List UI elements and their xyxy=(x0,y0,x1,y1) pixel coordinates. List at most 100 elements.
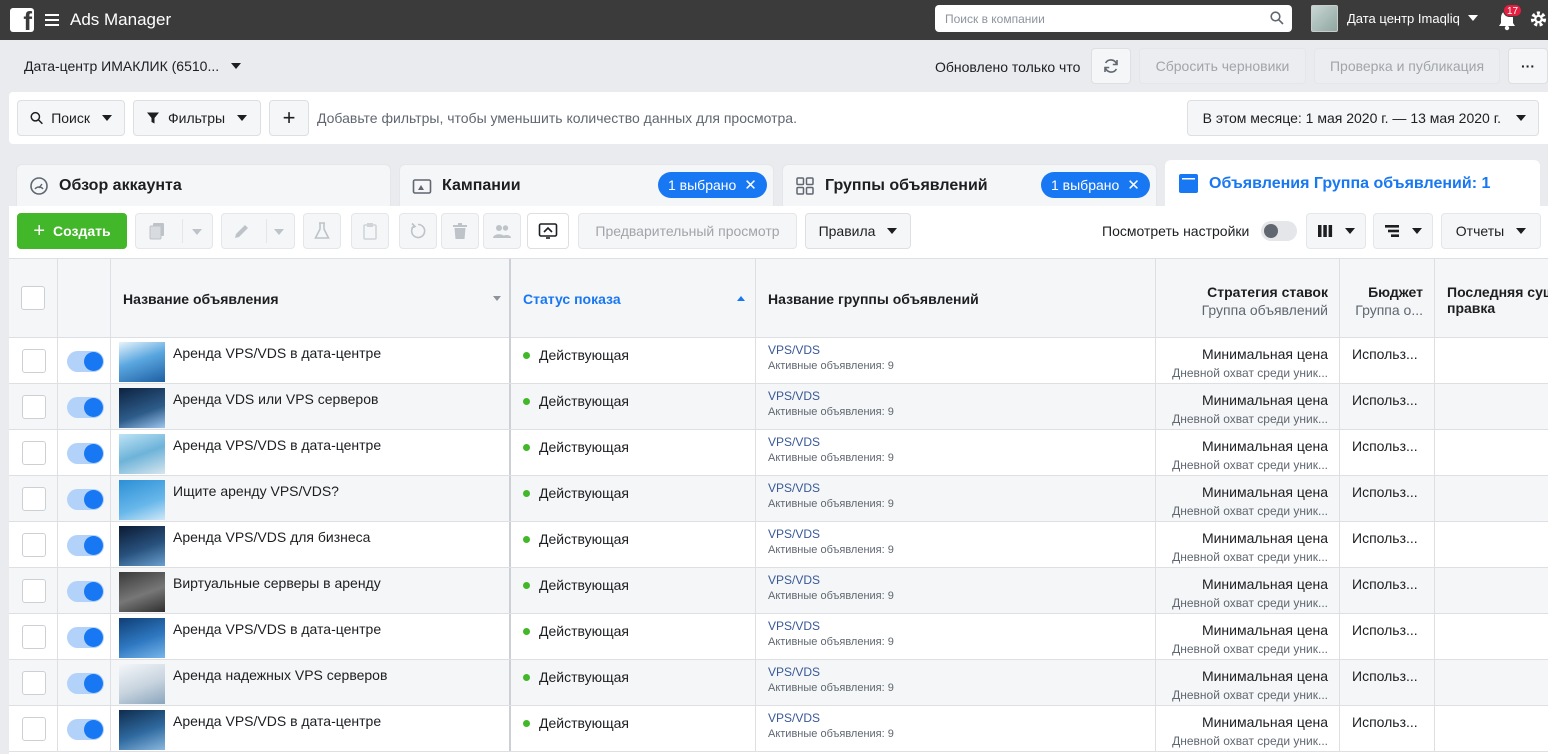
refresh-button[interactable] xyxy=(1091,48,1131,84)
adset-name-link[interactable]: VPS/VDS xyxy=(768,527,820,541)
menu-icon[interactable] xyxy=(45,14,59,26)
row-checkbox[interactable] xyxy=(22,349,46,373)
close-icon[interactable]: ✕ xyxy=(1127,176,1140,194)
select-all-checkbox[interactable] xyxy=(21,286,45,310)
view-settings-toggle[interactable] xyxy=(1261,221,1297,241)
table-row[interactable]: Аренда VPS/VDS в дата-центре Действующая V… xyxy=(9,338,1548,384)
ad-thumbnail[interactable] xyxy=(119,664,165,704)
table-row[interactable]: Аренда VPS/VDS в дата-центре Действующая V… xyxy=(9,706,1548,752)
discard-drafts-button[interactable]: Сбросить черновики xyxy=(1139,48,1306,84)
tab-ads[interactable]: Объявления Группа объявлений: 1 xyxy=(1165,160,1540,206)
ad-thumbnail[interactable] xyxy=(119,710,165,750)
table-row[interactable]: Аренда VPS/VDS для бизнеса Действующая VPS… xyxy=(9,522,1548,568)
row-checkbox[interactable] xyxy=(22,487,46,511)
facebook-logo-icon[interactable]: f xyxy=(10,8,34,32)
column-header-last-change[interactable]: Последняя сущ правка xyxy=(1435,259,1548,338)
table-row[interactable]: Аренда надежных VPS серверов Действующая V… xyxy=(9,660,1548,706)
ad-thumbnail[interactable] xyxy=(119,434,165,474)
ad-thumbnail[interactable] xyxy=(119,526,165,566)
adset-name-link[interactable]: VPS/VDS xyxy=(768,343,820,357)
tab-account-overview[interactable]: Обзор аккаунта xyxy=(16,164,391,206)
column-header-delivery[interactable]: Статус показа xyxy=(511,259,756,338)
ad-status-toggle[interactable] xyxy=(67,443,104,464)
reports-dropdown[interactable]: Отчеты xyxy=(1441,213,1541,249)
breakdown-button[interactable] xyxy=(1373,213,1433,249)
ad-status-toggle[interactable] xyxy=(67,397,104,418)
preview-button[interactable]: Предварительный просмотр xyxy=(578,213,797,249)
ad-thumbnail[interactable] xyxy=(119,480,165,520)
clipboard-button[interactable] xyxy=(351,213,389,249)
table-row[interactable]: Аренда VPS/VDS в дата-центре Действующая V… xyxy=(9,430,1548,476)
app-title[interactable]: Ads Manager xyxy=(70,10,171,30)
ad-status-toggle[interactable] xyxy=(67,489,104,510)
table-row[interactable]: Аренда VPS/VDS в дата-центре Действующая V… xyxy=(9,614,1548,660)
review-publish-button[interactable]: Проверка и публикация xyxy=(1314,48,1500,84)
export-button[interactable] xyxy=(527,213,569,249)
ad-name-link[interactable]: Аренда VPS/VDS для бизнеса xyxy=(173,529,370,545)
ad-status-toggle[interactable] xyxy=(67,581,104,602)
column-header-bid-strategy[interactable]: Стратегия ставок Группа объявлений xyxy=(1156,259,1340,338)
ad-name-link[interactable]: Ищите аренду VPS/VDS? xyxy=(173,483,339,499)
row-checkbox[interactable] xyxy=(22,625,46,649)
search-dropdown[interactable]: Поиск xyxy=(17,100,125,136)
ad-status-toggle[interactable] xyxy=(67,627,104,648)
undo-button[interactable] xyxy=(399,213,437,249)
ad-thumbnail[interactable] xyxy=(119,572,165,612)
columns-button[interactable] xyxy=(1306,213,1366,249)
adset-name-link[interactable]: VPS/VDS xyxy=(768,711,820,725)
ad-thumbnail[interactable] xyxy=(119,342,165,382)
adset-name-link[interactable]: VPS/VDS xyxy=(768,481,820,495)
add-filter-button[interactable]: + xyxy=(269,100,309,136)
row-checkbox[interactable] xyxy=(22,579,46,603)
table-row[interactable]: Аренда VDS или VPS серверов Действующая VP… xyxy=(9,384,1548,430)
adset-name-link[interactable]: VPS/VDS xyxy=(768,573,820,587)
account-switcher[interactable]: Дата центр Imaqliq xyxy=(1311,4,1478,32)
ad-thumbnail[interactable] xyxy=(119,388,165,428)
delete-button[interactable] xyxy=(441,213,479,249)
rules-dropdown[interactable]: Правила xyxy=(805,213,911,249)
ad-name-link[interactable]: Аренда VPS/VDS в дата-центре xyxy=(173,345,381,361)
company-search[interactable] xyxy=(935,5,1292,32)
tab-ad-sets[interactable]: Группы объявлений 1 выбрано ✕ xyxy=(782,164,1157,206)
adset-name-link[interactable]: VPS/VDS xyxy=(768,665,820,679)
adset-name-link[interactable]: VPS/VDS xyxy=(768,389,820,403)
edit-button[interactable] xyxy=(221,213,295,249)
row-checkbox[interactable] xyxy=(22,533,46,557)
audience-button[interactable] xyxy=(483,213,521,249)
filters-dropdown[interactable]: Фильтры xyxy=(133,100,261,136)
column-header-ad-name[interactable]: Название объявления xyxy=(111,259,511,338)
ad-name-link[interactable]: Виртуальные серверы в аренду xyxy=(173,575,381,591)
sort-ascending-icon[interactable] xyxy=(737,296,745,301)
duplicate-button[interactable] xyxy=(135,213,213,249)
ad-name-link[interactable]: Аренда VPS/VDS в дата-центре xyxy=(173,621,381,637)
ad-name-link[interactable]: Аренда VPS/VDS в дата-центре xyxy=(173,437,381,453)
table-row[interactable]: Ищите аренду VPS/VDS? Действующая VPS/VDS А… xyxy=(9,476,1548,522)
ad-account-select[interactable]: Дата-центр ИМАКЛИК (6510... xyxy=(24,58,242,74)
sort-caret-icon[interactable] xyxy=(493,296,501,301)
ad-name-link[interactable]: Аренда VPS/VDS в дата-центре xyxy=(173,713,381,729)
ad-thumbnail[interactable] xyxy=(119,618,165,658)
ad-status-toggle[interactable] xyxy=(67,535,104,556)
row-checkbox[interactable] xyxy=(22,717,46,741)
close-icon[interactable]: ✕ xyxy=(744,176,757,194)
ad-name-link[interactable]: Аренда надежных VPS серверов xyxy=(173,667,387,683)
tab-campaigns[interactable]: Кампании 1 выбрано ✕ xyxy=(399,164,774,206)
search-icon[interactable] xyxy=(1270,11,1284,25)
company-search-input[interactable] xyxy=(943,10,1263,27)
ab-test-button[interactable] xyxy=(303,213,341,249)
adsets-selected-pill[interactable]: 1 выбрано ✕ xyxy=(1041,172,1150,198)
adset-name-link[interactable]: VPS/VDS xyxy=(768,619,820,633)
ad-status-toggle[interactable] xyxy=(67,351,104,372)
column-header-adset-name[interactable]: Название группы объявлений xyxy=(756,259,1156,338)
adset-name-link[interactable]: VPS/VDS xyxy=(768,435,820,449)
column-header-budget[interactable]: Бюджет Группа о... xyxy=(1340,259,1435,338)
gear-icon[interactable] xyxy=(1529,9,1548,29)
ad-name-link[interactable]: Аренда VDS или VPS серверов xyxy=(173,391,378,407)
row-checkbox[interactable] xyxy=(22,395,46,419)
create-button[interactable]: + Создать xyxy=(17,213,127,249)
campaigns-selected-pill[interactable]: 1 выбрано ✕ xyxy=(658,172,767,198)
date-range-picker[interactable]: В этом месяце: 1 мая 2020 г. — 13 мая 20… xyxy=(1186,100,1539,136)
ad-status-toggle[interactable] xyxy=(67,719,104,740)
row-checkbox[interactable] xyxy=(22,441,46,465)
row-checkbox[interactable] xyxy=(22,671,46,695)
